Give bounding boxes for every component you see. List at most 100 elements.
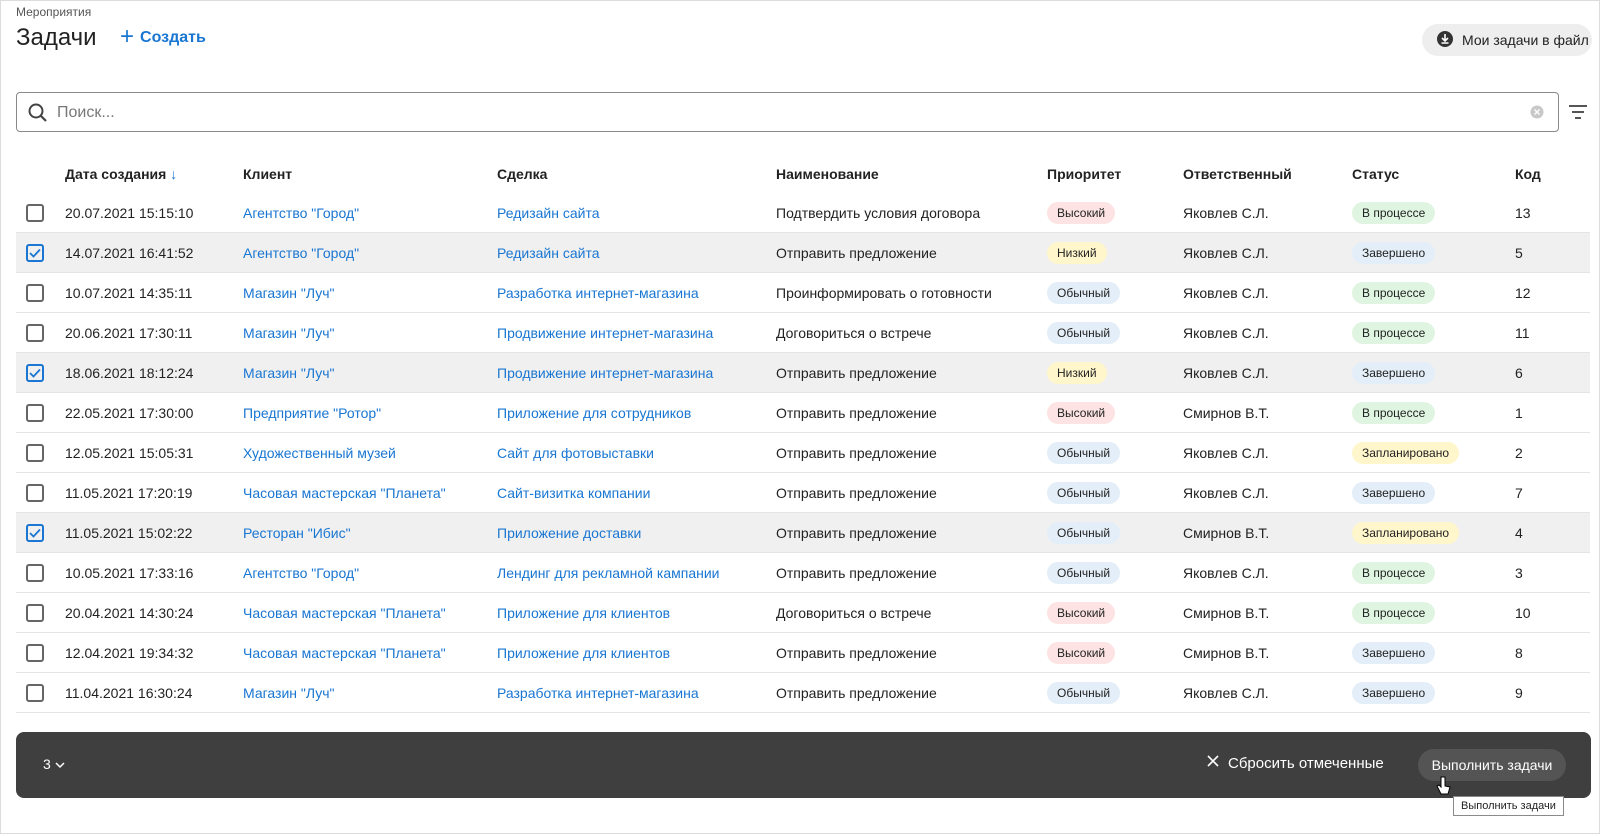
cell-date: 10.05.2021 17:33:16	[65, 552, 243, 593]
reset-selected-button[interactable]: Сбросить отмеченные	[1206, 754, 1384, 772]
cell-owner: Смирнов В.Т.	[1183, 392, 1352, 433]
client-link[interactable]: Магазин "Луч"	[243, 285, 334, 301]
status-badge: В процессе	[1352, 601, 1436, 624]
header-status[interactable]: Статус	[1352, 155, 1515, 193]
client-link[interactable]: Агентство "Город"	[243, 245, 359, 261]
table-row[interactable]: 11.05.2021 15:02:22 Ресторан "Ибис" Прилож…	[16, 512, 1590, 553]
table-row[interactable]: 10.07.2021 14:35:11 Магазин "Луч" Разработ…	[16, 272, 1590, 313]
status-badge: Запланировано	[1352, 521, 1459, 544]
row-checkbox[interactable]	[26, 403, 44, 422]
client-link[interactable]: Ресторан "Ибис"	[243, 525, 351, 541]
row-checkbox[interactable]	[26, 563, 44, 582]
cell-deal: Продвижение интернет-магазина	[497, 312, 776, 353]
row-checkbox[interactable]	[26, 483, 44, 502]
table-row[interactable]: 12.05.2021 15:05:31 Художественный музей С…	[16, 432, 1590, 473]
client-link[interactable]: Магазин "Луч"	[243, 685, 334, 701]
table-row[interactable]: 20.06.2021 17:30:11 Магазин "Луч" Продвиже…	[16, 312, 1590, 353]
header-date[interactable]: Дата создания ↓	[65, 155, 243, 193]
header-owner[interactable]: Ответственный	[1183, 155, 1352, 193]
row-checkbox[interactable]	[26, 283, 44, 302]
row-checkbox[interactable]	[26, 323, 44, 342]
status-badge: Завершено	[1352, 481, 1436, 504]
export-my-tasks-button[interactable]: Мои задачи в файл	[1422, 24, 1592, 56]
deal-link[interactable]: Лендинг для рекламной кампании	[497, 565, 719, 581]
cell-date: 11.04.2021 16:30:24	[65, 672, 243, 713]
status-badge: В процессе	[1352, 561, 1436, 584]
cell-priority: Высокий	[1047, 592, 1183, 633]
table-row[interactable]: 10.05.2021 17:33:16 Агентство "Город" Ленд…	[16, 552, 1590, 593]
create-button[interactable]: + Создать	[120, 25, 206, 49]
deal-link[interactable]: Приложение для клиентов	[497, 645, 670, 661]
table-row[interactable]: 20.04.2021 14:30:24 Часовая мастерская "П…	[16, 592, 1590, 633]
deal-link[interactable]: Редизайн сайта	[497, 245, 599, 261]
row-checkbox[interactable]	[26, 643, 44, 662]
header-deal[interactable]: Сделка	[497, 155, 776, 193]
checkbox-cell	[16, 552, 65, 593]
cell-deal: Разработка интернет-магазина	[497, 272, 776, 313]
deal-link[interactable]: Редизайн сайта	[497, 205, 599, 221]
cell-owner: Смирнов В.Т.	[1183, 512, 1352, 553]
client-link[interactable]: Предприятие "Ротор"	[243, 405, 381, 421]
table-row[interactable]: 12.04.2021 19:34:32 Часовая мастерская "П…	[16, 632, 1590, 673]
table-row[interactable]: 18.06.2021 18:12:24 Магазин "Луч" Продвиже…	[16, 352, 1590, 393]
header-code[interactable]: Код	[1515, 155, 1590, 193]
priority-badge: Высокий	[1047, 601, 1116, 624]
table-row[interactable]: 20.07.2021 15:15:10 Агентство "Город" Реди…	[16, 193, 1590, 233]
client-link[interactable]: Магазин "Луч"	[243, 325, 334, 341]
client-link[interactable]: Агентство "Город"	[243, 205, 359, 221]
table-row[interactable]: 11.04.2021 16:30:24 Магазин "Луч" Разработ…	[16, 672, 1590, 713]
row-checkbox[interactable]	[26, 603, 44, 622]
header-priority[interactable]: Приоритет	[1047, 155, 1183, 193]
deal-link[interactable]: Приложение доставки	[497, 525, 641, 541]
cell-deal: Приложение для сотрудников	[497, 392, 776, 433]
priority-badge: Высокий	[1047, 201, 1116, 224]
cell-deal: Приложение для клиентов	[497, 592, 776, 633]
header-name[interactable]: Наименование	[776, 155, 1047, 193]
deal-link[interactable]: Сайт-визитка компании	[497, 485, 650, 501]
client-link[interactable]: Часовая мастерская "Планета"	[243, 605, 446, 621]
filter-icon[interactable]	[1568, 104, 1588, 125]
status-badge: В процессе	[1352, 281, 1436, 304]
chevron-down-icon	[55, 756, 65, 772]
client-link[interactable]: Часовая мастерская "Планета"	[243, 485, 446, 501]
table-row[interactable]: 22.05.2021 17:30:00 Предприятие "Ротор" Пр…	[16, 392, 1590, 433]
search-input[interactable]	[55, 93, 1519, 133]
selected-count-dropdown[interactable]: 3	[43, 756, 65, 772]
execute-button-label: Выполнить задачи	[1431, 757, 1553, 773]
download-icon	[1436, 30, 1454, 51]
deal-link[interactable]: Продвижение интернет-магазина	[497, 325, 713, 341]
row-checkbox[interactable]	[26, 683, 44, 702]
checkbox-cell	[16, 352, 65, 393]
deal-link[interactable]: Разработка интернет-магазина	[497, 685, 699, 701]
cell-code: 10	[1515, 592, 1590, 633]
deal-link[interactable]: Приложение для клиентов	[497, 605, 670, 621]
priority-badge: Низкий	[1047, 361, 1107, 384]
row-checkbox[interactable]	[26, 363, 44, 382]
cell-deal: Сайт-визитка компании	[497, 472, 776, 513]
cell-date: 14.07.2021 16:41:52	[65, 232, 243, 273]
row-checkbox[interactable]	[26, 523, 44, 542]
breadcrumb[interactable]: Мероприятия	[16, 5, 91, 19]
header-client[interactable]: Клиент	[243, 155, 497, 193]
cell-date: 18.06.2021 18:12:24	[65, 352, 243, 393]
row-checkbox[interactable]	[26, 243, 44, 262]
selected-count: 3	[43, 756, 51, 772]
client-link[interactable]: Магазин "Луч"	[243, 365, 334, 381]
table-row[interactable]: 11.05.2021 17:20:19 Часовая мастерская "П…	[16, 472, 1590, 513]
deal-link[interactable]: Продвижение интернет-магазина	[497, 365, 713, 381]
row-checkbox[interactable]	[26, 443, 44, 462]
deal-link[interactable]: Приложение для сотрудников	[497, 405, 691, 421]
client-link[interactable]: Агентство "Город"	[243, 565, 359, 581]
deal-link[interactable]: Сайт для фотовыставки	[497, 445, 654, 461]
clear-icon[interactable]	[1530, 105, 1544, 124]
cell-owner: Яковлев С.Л.	[1183, 193, 1352, 233]
client-link[interactable]: Художественный музей	[243, 445, 396, 461]
table-row[interactable]: 14.07.2021 16:41:52 Агентство "Город" Реди…	[16, 232, 1590, 273]
deal-link[interactable]: Разработка интернет-магазина	[497, 285, 699, 301]
cell-owner: Смирнов В.Т.	[1183, 632, 1352, 673]
cell-client: Ресторан "Ибис"	[243, 512, 497, 553]
client-link[interactable]: Часовая мастерская "Планета"	[243, 645, 446, 661]
cell-client: Магазин "Луч"	[243, 672, 497, 713]
row-checkbox[interactable]	[26, 203, 44, 222]
priority-badge: Обычный	[1047, 321, 1121, 344]
